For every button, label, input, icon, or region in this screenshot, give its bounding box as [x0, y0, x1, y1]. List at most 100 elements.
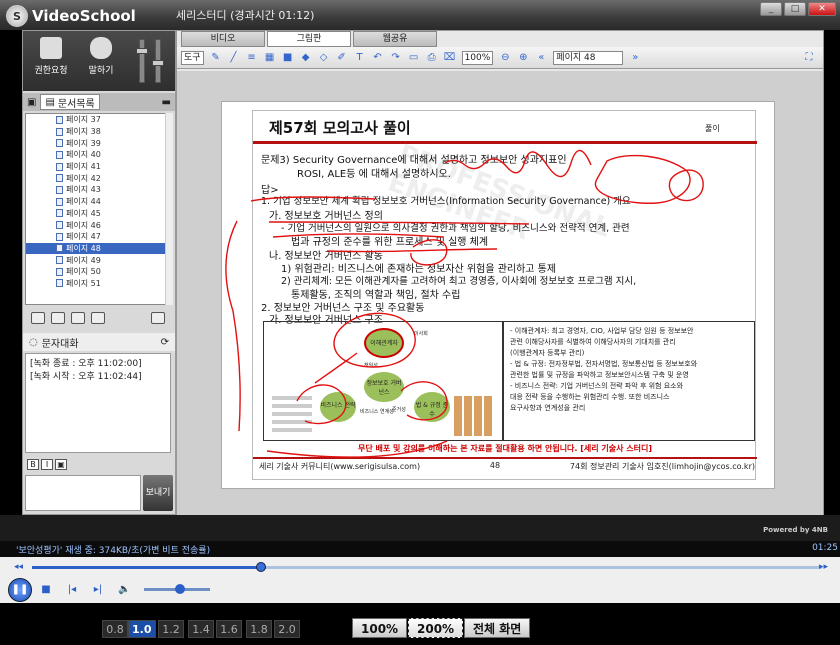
page-list-item[interactable]: 페이지 49: [26, 254, 170, 266]
page-icon: [56, 256, 63, 265]
page-list-item[interactable]: 페이지 40: [26, 149, 170, 161]
open-folder-icon[interactable]: [51, 312, 65, 324]
document-list-tab[interactable]: ▤ 문서목록: [40, 94, 100, 110]
page-label: 페이지 44: [66, 197, 101, 207]
fill-icon[interactable]: ◆: [300, 52, 312, 64]
slider-knob[interactable]: [136, 48, 148, 54]
slider-knob[interactable]: [152, 60, 164, 66]
page-label: 페이지 39: [66, 138, 101, 148]
page-list-item[interactable]: 페이지 39: [26, 137, 170, 149]
page-list-item[interactable]: 페이지 42: [26, 172, 170, 184]
page-list-item[interactable]: 페이지 51: [26, 278, 170, 290]
page-list-item[interactable]: 페이지 48: [26, 242, 170, 255]
speak-button[interactable]: 말하기: [81, 37, 121, 83]
diagram-node: 비즈니스 전략: [320, 392, 356, 422]
page-list-item[interactable]: 페이지 38: [26, 126, 170, 138]
footer-warning: 무단 배포 및 강의를 이해하는 본 자료를 절대활용 하면 안됩니다. [세리…: [357, 444, 652, 453]
document-list-label: 문서목록: [57, 98, 95, 110]
previous-page-icon[interactable]: «: [535, 52, 547, 64]
redo-icon[interactable]: ↷: [390, 52, 402, 64]
slide-footer: 세리 기술사 커뮤니티(www.serigisulsa.com) 48 74회 …: [259, 461, 755, 472]
list-view-icon[interactable]: [91, 312, 105, 324]
page-list-item[interactable]: 페이지 41: [26, 161, 170, 173]
italic-button[interactable]: I: [41, 459, 53, 470]
next-page-icon[interactable]: »: [629, 52, 641, 64]
speed-button[interactable]: 1.2: [158, 620, 184, 638]
next-icon[interactable]: ▸|: [92, 584, 104, 596]
page-list-item[interactable]: 페이지 43: [26, 184, 170, 196]
line-icon[interactable]: ╱: [228, 52, 240, 64]
page-label: 페이지 40: [66, 150, 101, 160]
chat-input[interactable]: [25, 475, 141, 511]
tool-menu-button[interactable]: 도구: [181, 50, 204, 65]
page-label: 페이지 49: [66, 255, 101, 265]
zoom-out-icon[interactable]: ⊖: [499, 52, 511, 64]
mic-volume-slider[interactable]: [136, 39, 148, 83]
zoom-select[interactable]: 100%: [461, 50, 494, 65]
page-select[interactable]: 페이지 48: [553, 50, 624, 65]
speed-button[interactable]: 1.8: [246, 620, 272, 638]
new-page-icon[interactable]: [31, 312, 45, 324]
tab-web-share[interactable]: 웹공유: [353, 31, 437, 47]
maximize-button[interactable]: □: [784, 2, 806, 16]
send-button[interactable]: 보내기: [143, 475, 173, 511]
whiteboard-canvas[interactable]: 제57회 모의고사 풀이 풀이 PROFESSIONAL ENGINEER 문제…: [177, 71, 823, 515]
bold-button[interactable]: B: [27, 459, 39, 470]
footer-bar: [0, 515, 840, 541]
previous-icon[interactable]: |◂: [66, 584, 78, 596]
speed-button[interactable]: 0.8: [102, 620, 128, 638]
zoom-button[interactable]: 100%: [352, 618, 408, 638]
eraser-icon[interactable]: ◇: [318, 52, 330, 64]
print-icon[interactable]: ⎙: [426, 52, 438, 64]
text-icon[interactable]: T: [354, 52, 366, 64]
zoom-button[interactable]: 전체 화면: [464, 618, 531, 638]
folder-tab[interactable]: ▬: [158, 94, 175, 110]
description-line: 관련한 법률 및 규정을 파악하고 정보보안시스템 구축 및 운영: [510, 371, 689, 379]
speed-button[interactable]: 1.4: [188, 620, 214, 638]
page-list-item[interactable]: 페이지 37: [26, 114, 170, 126]
request-permission-button[interactable]: 권한요청: [31, 37, 71, 83]
fullscreen-icon[interactable]: ⛶: [803, 52, 815, 64]
user-list-tab[interactable]: ▣: [23, 94, 40, 110]
page-list-item[interactable]: 페이지 44: [26, 196, 170, 208]
highlighter-icon[interactable]: ✐: [336, 52, 348, 64]
page-list-item[interactable]: 페이지 46: [26, 219, 170, 231]
document-stack-icon: [272, 396, 312, 436]
save-icon[interactable]: [71, 312, 85, 324]
page-icon: [56, 139, 63, 148]
speed-button[interactable]: 1.6: [216, 620, 242, 638]
footer-left: 세리 기술사 커뮤니티(www.serigisulsa.com): [259, 462, 421, 471]
rectangle-icon[interactable]: ■: [282, 52, 294, 64]
pause-button[interactable]: ❚❚: [8, 578, 32, 602]
tab-video[interactable]: 비디오: [181, 31, 265, 47]
grid-icon[interactable]: ▦: [264, 52, 276, 64]
capture-icon[interactable]: ⌧: [444, 52, 456, 64]
page-label: 페이지 38: [66, 127, 101, 137]
page-list-item[interactable]: 페이지 50: [26, 266, 170, 278]
tab-whiteboard[interactable]: 그림판: [267, 31, 351, 47]
volume-icon[interactable]: 🔈: [118, 584, 130, 596]
page-icon: [56, 150, 63, 159]
page-list-scrollbar[interactable]: [165, 113, 173, 305]
stop-icon[interactable]: ■: [40, 584, 52, 596]
speaker-volume-slider[interactable]: [152, 39, 164, 83]
line-style-icon[interactable]: ≡: [246, 52, 258, 64]
seek-forward-icon[interactable]: ▸▸: [819, 562, 828, 572]
page-list: 페이지 37 페이지 38 페이지 39 페이지 40 페이지 41 페이지 42 페이지 …: [25, 113, 171, 305]
close-button[interactable]: ✕: [808, 2, 836, 16]
zoom-button[interactable]: 200%: [408, 618, 464, 638]
minimize-button[interactable]: _: [760, 2, 782, 16]
seek-back-icon[interactable]: ◂◂: [14, 562, 23, 572]
page-list-item[interactable]: 페이지 45: [26, 208, 170, 220]
chat-settings-icon[interactable]: ⟳: [161, 337, 169, 348]
color-button[interactable]: ▣: [55, 459, 67, 470]
undo-icon[interactable]: ↶: [372, 52, 384, 64]
speed-button[interactable]: 2.0: [274, 620, 300, 638]
zoom-in-icon[interactable]: ⊕: [517, 52, 529, 64]
edit-icon[interactable]: [151, 312, 165, 324]
pen-icon[interactable]: ✎: [210, 52, 222, 64]
speed-button[interactable]: 1.0: [128, 620, 156, 638]
main-panel: 비디오 그림판 웹공유 도구 ✎ ╱ ≡ ▦ ■ ◆ ◇ ✐ T ↶ ↷ ▭ ⎙…: [176, 30, 824, 515]
page-list-item[interactable]: 페이지 47: [26, 231, 170, 243]
clear-icon[interactable]: ▭: [408, 52, 420, 64]
